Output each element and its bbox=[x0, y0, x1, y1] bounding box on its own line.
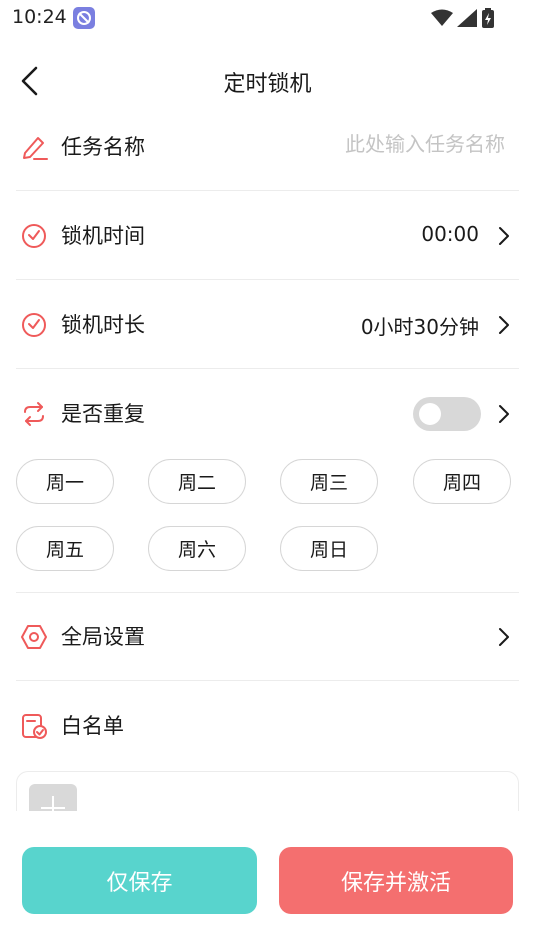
whitelist-label: 白名单 bbox=[61, 714, 124, 738]
settings-hexagon-icon bbox=[21, 625, 47, 649]
day-chip-monday[interactable]: 周一 bbox=[16, 459, 114, 504]
whitelist-icon bbox=[22, 714, 47, 739]
lock-time-label: 锁机时间 bbox=[61, 224, 145, 248]
save-and-activate-button[interactable]: 保存并激活 bbox=[279, 847, 513, 914]
toggle-knob bbox=[419, 403, 441, 425]
repeat-row: 是否重复 bbox=[16, 370, 519, 458]
lock-duration-value: 0小时30分钟 bbox=[360, 315, 479, 339]
whitelist-app-grid bbox=[16, 771, 519, 811]
lock-time-row[interactable]: 锁机时间 00:00 bbox=[16, 192, 519, 280]
save-only-button[interactable]: 仅保存 bbox=[22, 847, 257, 914]
day-chip-tuesday[interactable]: 周二 bbox=[148, 459, 246, 504]
lock-time-value: 00:00 bbox=[421, 222, 479, 246]
day-chip-thursday[interactable]: 周四 bbox=[413, 459, 511, 504]
timer-icon bbox=[22, 313, 46, 337]
task-name-row: 任务名称 bbox=[16, 103, 519, 191]
weekday-selector: 周一 周二 周三 周四 周五 周六 周日 bbox=[16, 459, 519, 593]
repeat-label: 是否重复 bbox=[61, 402, 145, 426]
lock-duration-label: 锁机时长 bbox=[61, 313, 145, 337]
global-settings-label: 全局设置 bbox=[61, 625, 145, 649]
repeat-icon bbox=[24, 402, 44, 426]
day-chip-sunday[interactable]: 周日 bbox=[280, 526, 378, 571]
whitelist-row: 白名单 bbox=[16, 682, 519, 770]
global-settings-row[interactable]: 全局设置 bbox=[16, 593, 519, 681]
day-chip-saturday[interactable]: 周六 bbox=[148, 526, 246, 571]
chevron-right-icon[interactable] bbox=[497, 403, 511, 425]
task-name-input[interactable] bbox=[245, 132, 505, 156]
task-name-label: 任务名称 bbox=[61, 135, 145, 159]
signal-icon bbox=[457, 9, 477, 27]
lock-duration-row[interactable]: 锁机时长 0小时30分钟 bbox=[16, 281, 519, 369]
chevron-right-icon bbox=[499, 227, 509, 245]
page-title: 定时锁机 bbox=[223, 72, 312, 97]
add-app-button[interactable] bbox=[29, 784, 77, 811]
day-chip-wednesday[interactable]: 周三 bbox=[280, 459, 378, 504]
chevron-right-icon bbox=[499, 316, 509, 334]
status-time: 10:24 bbox=[12, 6, 67, 28]
status-indicators bbox=[431, 8, 495, 28]
status-bar: 10:24 bbox=[0, 0, 535, 36]
bottom-action-bar: 仅保存 保存并激活 bbox=[0, 812, 535, 951]
repeat-toggle[interactable] bbox=[413, 397, 481, 431]
app-notification-icon bbox=[73, 7, 95, 29]
battery-icon bbox=[482, 8, 494, 28]
navigation-bar: 定时锁机 bbox=[0, 56, 535, 106]
day-chip-friday[interactable]: 周五 bbox=[16, 526, 114, 571]
chevron-right-icon bbox=[499, 628, 509, 646]
timer-icon bbox=[22, 224, 46, 248]
wifi-icon bbox=[431, 9, 453, 26]
pencil-icon bbox=[23, 137, 48, 160]
